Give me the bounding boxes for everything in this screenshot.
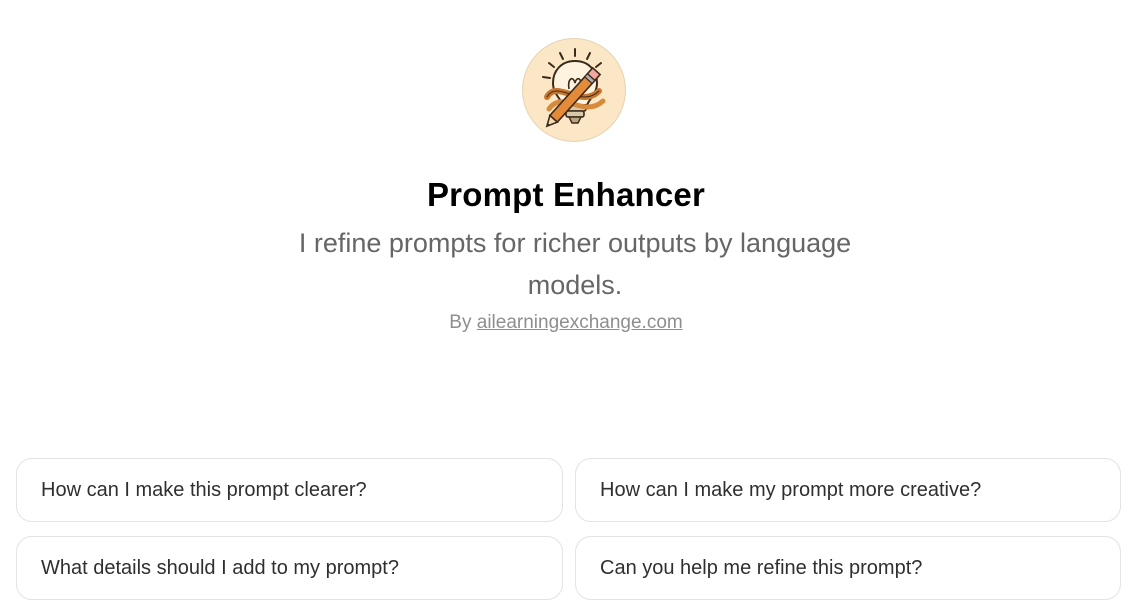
gpt-author: By ailearningexchange.com	[0, 312, 1132, 334]
gpt-avatar	[522, 38, 626, 142]
gpt-title: Prompt Enhancer	[426, 176, 706, 213]
conversation-starter-button[interactable]: What details should I add to my prompt?	[16, 536, 563, 600]
starter-label: How can I make this prompt clearer?	[41, 478, 367, 501]
starter-label: What details should I add to my prompt?	[41, 556, 399, 579]
starter-label: Can you help me refine this prompt?	[600, 556, 923, 579]
lightbulb-pencil-icon	[523, 39, 625, 141]
conversation-starter-button[interactable]: How can I make this prompt clearer?	[16, 458, 563, 522]
conversation-starter-button[interactable]: Can you help me refine this prompt?	[575, 536, 1121, 600]
gpt-description: I refine prompts for richer outputs by l…	[298, 228, 852, 300]
author-link[interactable]: ailearningexchange.com	[477, 312, 683, 333]
starter-label: How can I make my prompt more creative?	[600, 478, 982, 501]
author-prefix: By	[449, 312, 472, 333]
conversation-starter-button[interactable]: How can I make my prompt more creative?	[575, 458, 1121, 522]
